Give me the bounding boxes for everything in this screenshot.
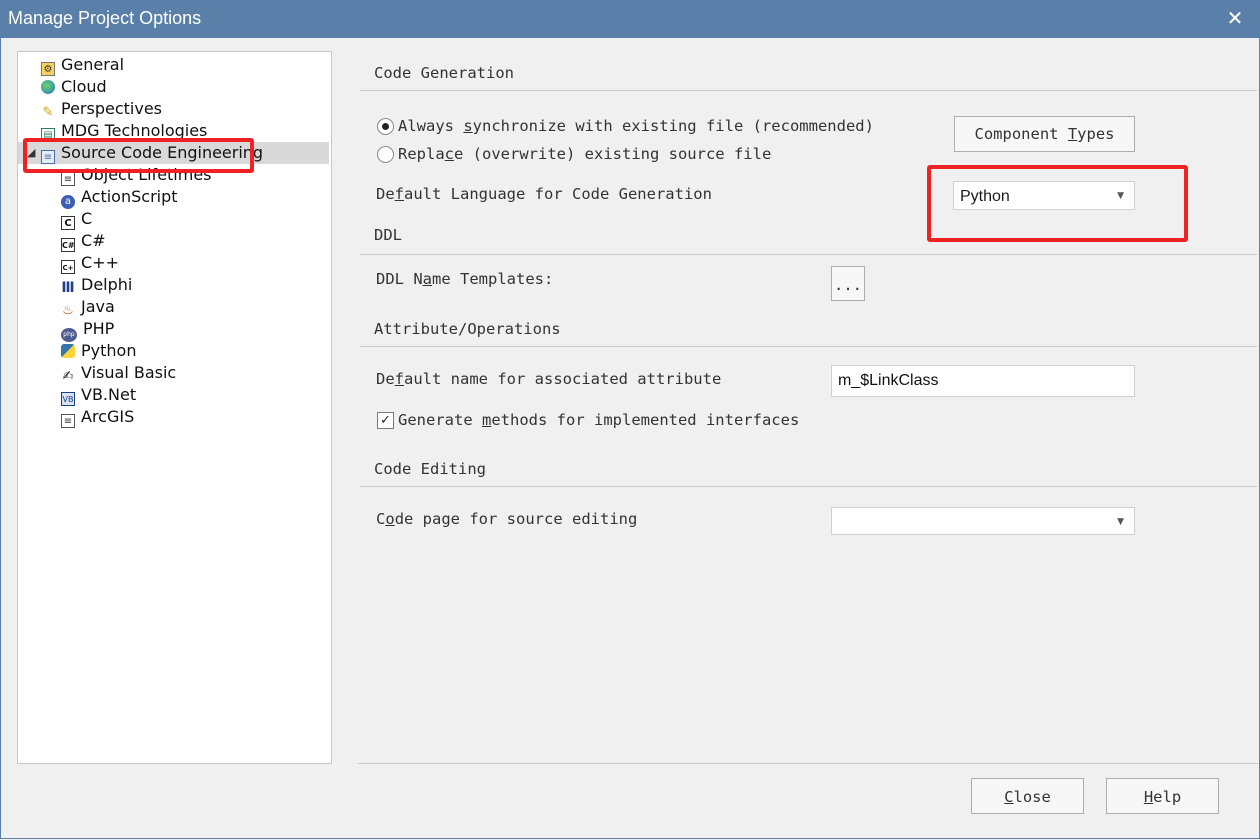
tree-item-delphi[interactable]: Ⅲ Delphi	[61, 274, 132, 296]
section-divider	[360, 486, 1257, 487]
csharp-icon: C#	[61, 238, 75, 252]
tree-item-label: ArcGIS	[81, 407, 135, 426]
close-button[interactable]: Close	[971, 778, 1084, 814]
tree-item-visual-basic[interactable]: ✍ Visual Basic	[61, 362, 177, 384]
section-title-code-editing: Code Editing	[374, 460, 486, 478]
tree-item-c[interactable]: CC	[61, 208, 92, 230]
section-divider	[360, 346, 1257, 347]
section-title-ddl: DDL	[374, 226, 402, 244]
section-divider	[360, 254, 1257, 255]
tree-item-label: C	[81, 209, 93, 228]
tree-item-arcgis[interactable]: ≡ ArcGIS	[61, 406, 134, 428]
cpp-icon: C+	[61, 260, 75, 274]
tree-item-php[interactable]: php PHP	[61, 318, 115, 342]
section-title-attribute-operations: Attribute/Operations	[374, 320, 561, 338]
delphi-icon: Ⅲ	[61, 280, 75, 296]
tree-item-label: C++	[81, 253, 119, 272]
footer-divider	[358, 763, 1258, 764]
default-language-label: Default Language for Code Generation	[376, 185, 712, 203]
tree-item-label: Cloud	[61, 77, 107, 96]
tree-item-label: PHP	[83, 319, 115, 338]
tree-item-vbnet[interactable]: VB VB.Net	[61, 384, 136, 406]
code-page-dropdown[interactable]: ▼	[831, 507, 1135, 535]
tree-item-label: Python	[81, 341, 137, 360]
tree-item-cpp[interactable]: C+ C++	[61, 252, 119, 274]
highlight-box-source-code-engineering	[23, 138, 254, 173]
python-icon	[61, 344, 75, 358]
generate-methods-checkbox[interactable]: ✓	[377, 412, 394, 429]
tree-item-perspectives[interactable]: ✎ Perspectives	[41, 98, 162, 120]
tree-item-label: ActionScript	[81, 187, 178, 206]
actionscript-icon: a	[61, 195, 75, 209]
generate-methods-label[interactable]: Generate methods for implemented interfa…	[398, 411, 799, 429]
default-attribute-name-input[interactable]	[831, 365, 1135, 397]
tree-item-label: Perspectives	[61, 99, 162, 118]
ddl-name-templates-label: DDL Name Templates:	[376, 270, 554, 288]
tree-item-label: General	[61, 55, 125, 74]
vbnet-icon: VB	[61, 392, 75, 406]
c-icon: C	[61, 216, 75, 230]
radio-always-synchronize[interactable]	[377, 118, 394, 135]
java-icon: ♨	[62, 303, 74, 318]
tree-item-general[interactable]: ⚙ General	[41, 54, 124, 76]
tree-item-python[interactable]: Python	[61, 340, 136, 362]
tree-item-actionscript[interactable]: a ActionScript	[61, 186, 178, 209]
chevron-down-icon[interactable]: ▼	[1117, 508, 1124, 536]
cloud-icon	[41, 80, 55, 94]
component-types-button[interactable]: Component Types	[954, 116, 1135, 152]
radio-always-synchronize-label[interactable]: Always synchronize with existing file (r…	[398, 117, 874, 135]
tree-item-label: Java	[81, 297, 115, 316]
radio-replace-overwrite[interactable]	[377, 146, 394, 163]
section-divider	[360, 90, 1257, 91]
tree-item-label: VB.Net	[81, 385, 137, 404]
section-title-code-generation: Code Generation	[374, 64, 514, 82]
chevron-down-icon[interactable]: ▼	[1117, 182, 1124, 210]
tree-item-csharp[interactable]: C# C#	[61, 230, 106, 252]
arcgis-icon: ≡	[61, 414, 75, 428]
help-button[interactable]: Help	[1106, 778, 1219, 814]
radio-replace-overwrite-label[interactable]: Replace (overwrite) existing source file	[398, 145, 771, 163]
default-language-value: Python	[960, 188, 1010, 205]
visual-basic-icon: ✍	[62, 369, 74, 384]
code-page-label: Code page for source editing	[376, 510, 638, 528]
tree-item-label: C#	[81, 231, 106, 250]
close-icon[interactable]: ✕	[1220, 4, 1250, 34]
document-icon: ≡	[61, 172, 75, 186]
title-bar: Manage Project Options ✕	[0, 0, 1260, 38]
default-language-dropdown[interactable]: Python ▼	[953, 181, 1135, 210]
tree-item-label: Delphi	[81, 275, 133, 294]
tree-item-java[interactable]: ♨ Java	[61, 296, 115, 318]
tree-item-label: Visual Basic	[81, 363, 177, 382]
checkmark-icon: ✓	[380, 413, 391, 428]
window-title: Manage Project Options	[8, 8, 202, 28]
default-attribute-name-field[interactable]	[832, 366, 1134, 396]
ddl-templates-browse-button[interactable]: ...	[831, 266, 865, 301]
perspectives-icon: ✎	[42, 105, 54, 120]
tree-item-cloud[interactable]: Cloud	[41, 76, 107, 98]
default-attribute-name-label: Default name for associated attribute	[376, 370, 722, 388]
general-icon: ⚙	[41, 62, 55, 76]
